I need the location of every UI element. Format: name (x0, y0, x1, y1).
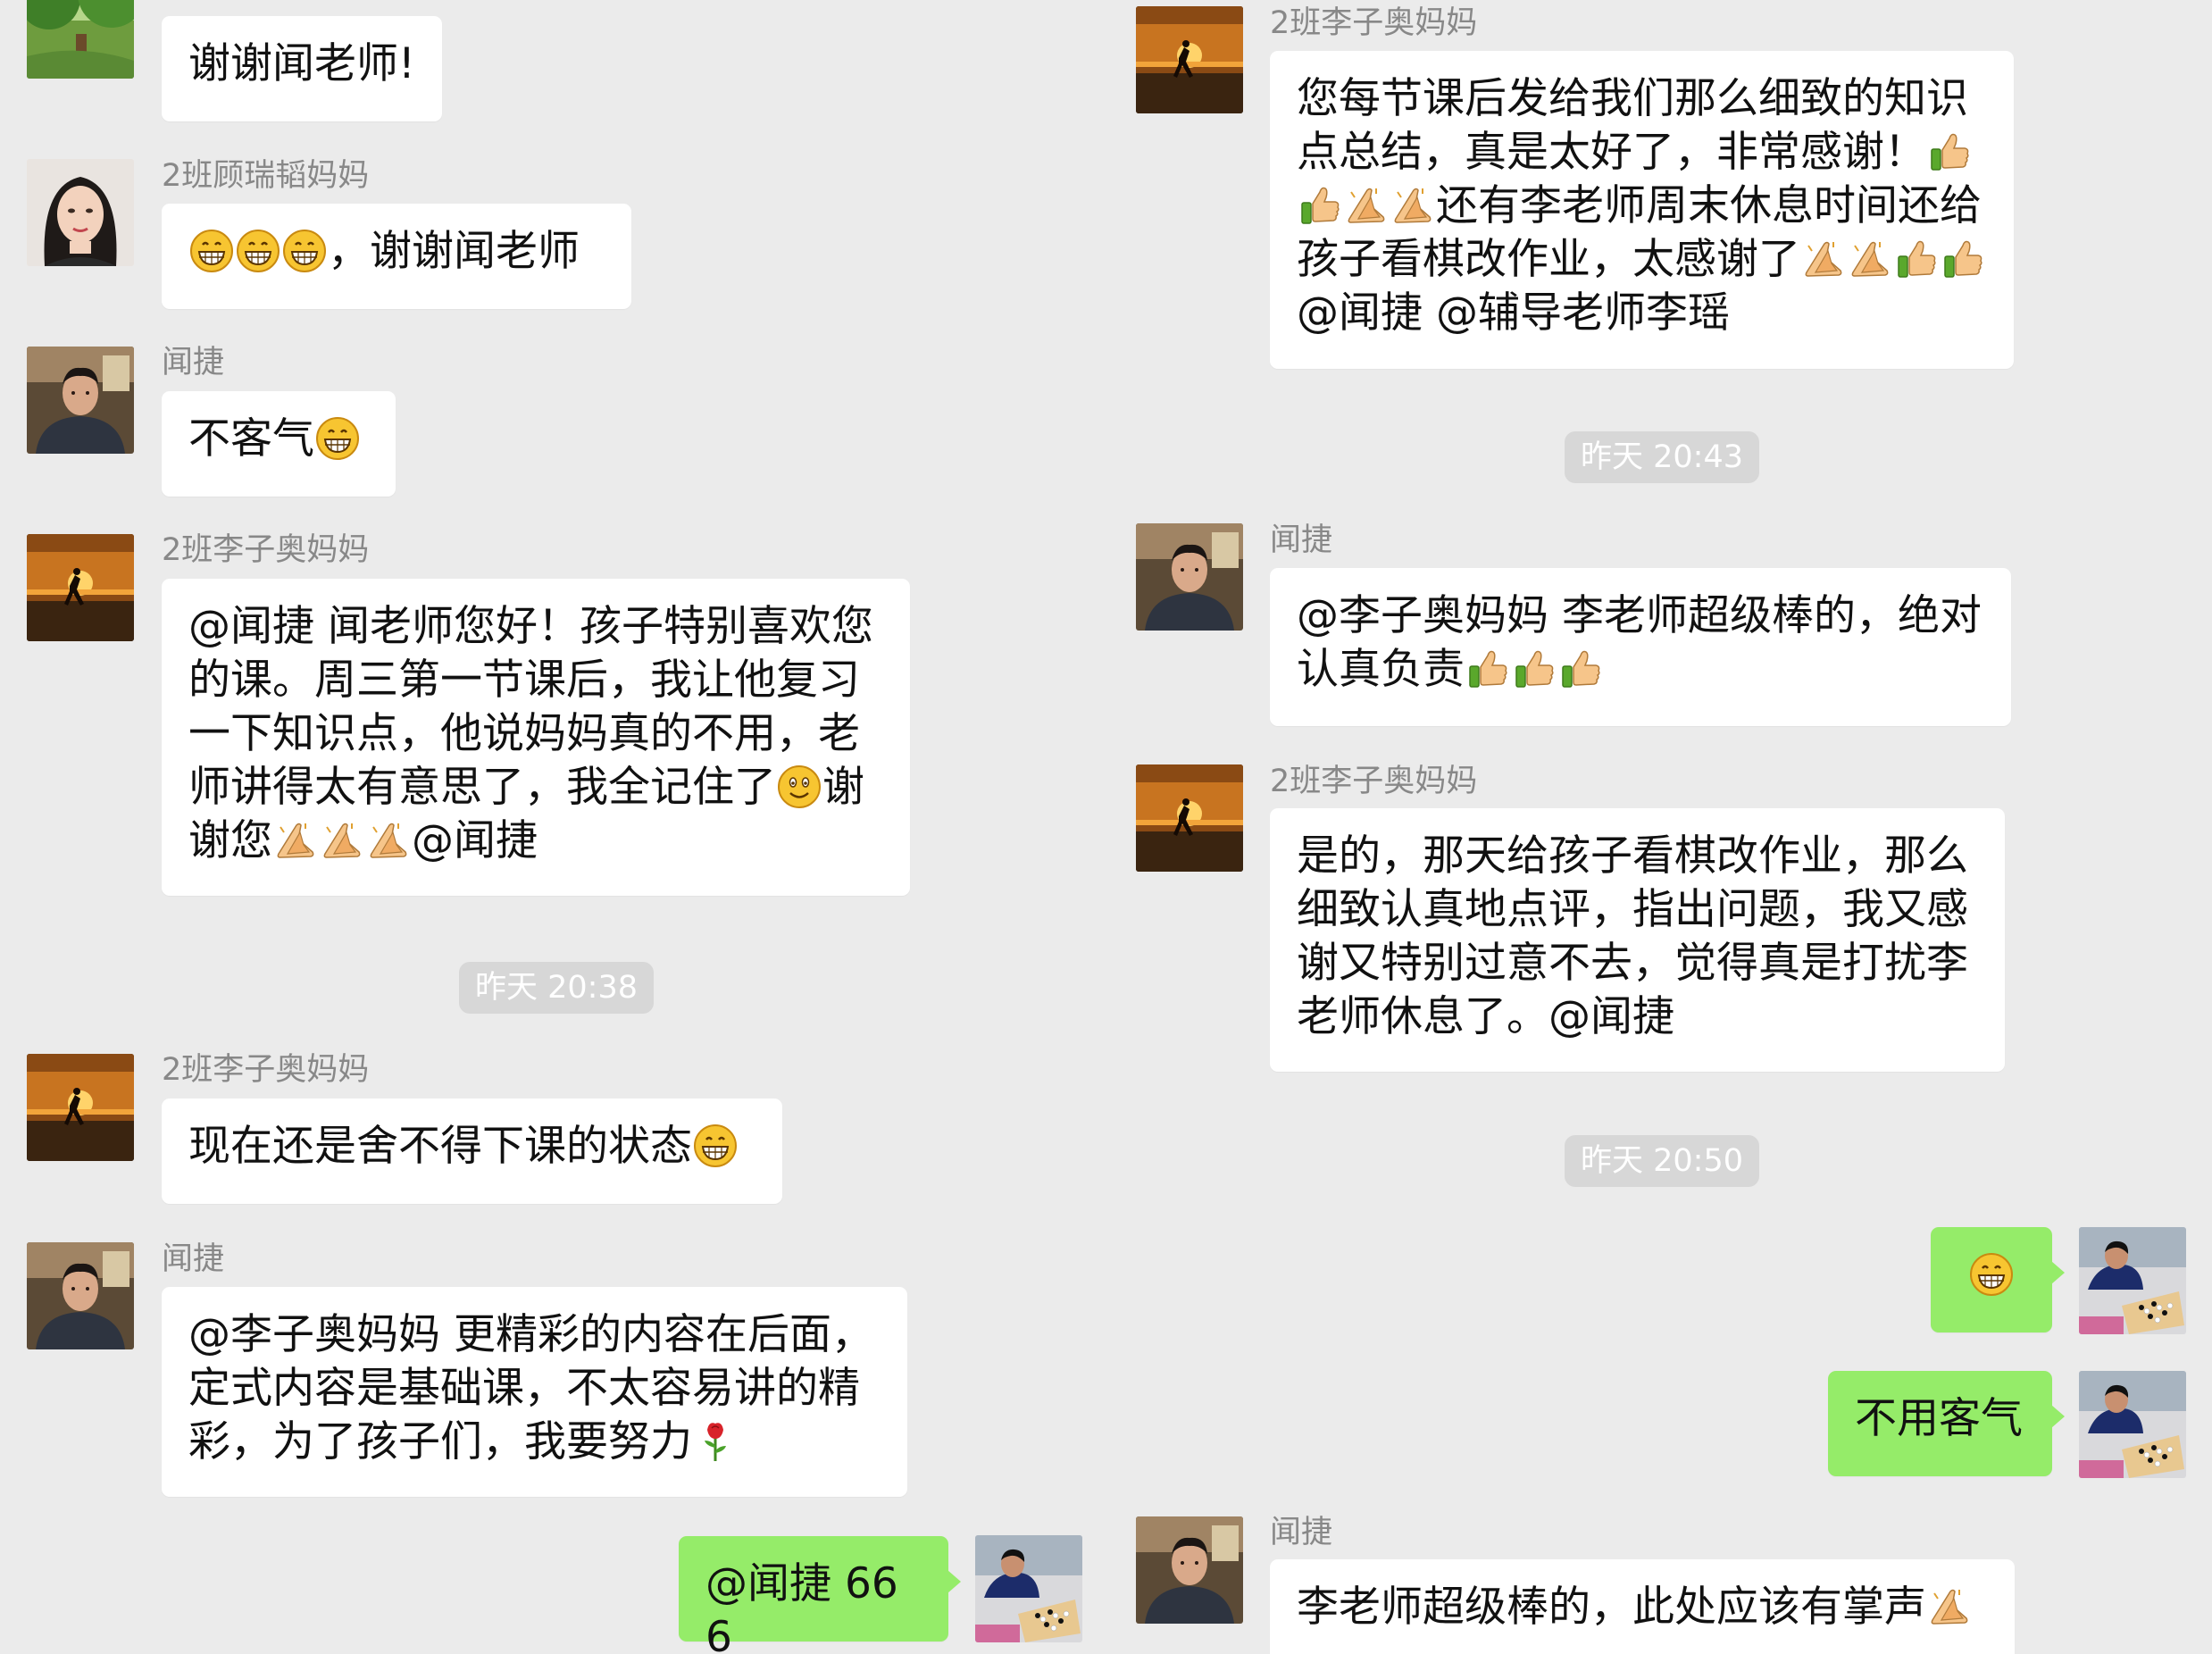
avatar-man[interactable] (27, 347, 134, 454)
timestamp: 昨天 20:38 (459, 962, 654, 1014)
clap-emoji-icon (1848, 237, 1892, 281)
avatar-sunset[interactable] (1136, 764, 1243, 872)
sender-name: 闻捷 (1270, 522, 1333, 558)
message-bubble[interactable]: ，谢谢闻老师 (162, 204, 631, 309)
timestamp: 昨天 20:43 (1565, 431, 1759, 483)
message-bubble[interactable]: 是的，那天给孩子看棋改作业，那么细致认真地点评，指出问题，我又感谢又特别过意不去… (1270, 808, 2005, 1072)
sender-name: 闻捷 (162, 345, 225, 380)
message-bubble[interactable]: @闻捷 闻老师您好！孩子特别喜欢您的课。周三第一节课后，我让他复习一下知识点，他… (162, 579, 910, 896)
grin-emoji-icon (1969, 1252, 2014, 1297)
message-bubble-self[interactable] (1931, 1227, 2065, 1332)
thumbs-up-emoji-icon (1941, 237, 1985, 281)
message-bubble[interactable]: 谢谢闻老师! (162, 16, 442, 121)
clap-emoji-icon (1344, 183, 1389, 228)
thumbs-up-emoji-icon (1927, 129, 1972, 174)
message-bubble[interactable]: @李子奥妈妈 更精彩的内容在后面，定式内容是基础课，不太容易讲的精彩，为了孩子们… (162, 1287, 907, 1497)
grin-emoji-icon (282, 229, 327, 273)
avatar-self[interactable] (975, 1535, 1082, 1642)
message-text: @李子奥妈妈 更精彩的内容在后面，定式内容是基础课，不太容易讲的精彩，为了孩子们… (188, 1310, 873, 1466)
sender-name: 2班顾瑞韬妈妈 (162, 158, 370, 194)
message-text: @闻捷 闻老师您好！孩子特别喜欢您的课。周三第一节课后，我让他复习一下知识点，他… (188, 602, 873, 812)
sender-name: 2班李子奥妈妈 (1270, 764, 1478, 799)
chat-panel-left[interactable]: 谢谢闻老师! 2班顾瑞韬妈妈 ，谢谢闻老师 闻捷 不客气 2班李子奥妈妈 @闻捷… (0, 0, 1106, 1654)
message-text: 不客气 (188, 414, 314, 464)
message-text: @闻捷 @辅导老师李瑶 (1297, 288, 1730, 338)
grin-emoji-icon (315, 416, 360, 461)
avatar-woman[interactable] (27, 159, 134, 266)
message-bubble[interactable]: 李老师超级棒的，此处应该有掌声 (1270, 1559, 2015, 1654)
grin-emoji-icon (693, 1124, 738, 1168)
thumbs-up-emoji-icon (1512, 647, 1557, 691)
clap-emoji-icon (320, 818, 364, 863)
smile-emoji-icon (777, 764, 822, 809)
message-text: 李老师超级棒的，此处应该有掌声 (1297, 1583, 1926, 1632)
message-text: @李子奥妈妈 李老师超级棒的，绝对认真负责 (1297, 591, 1982, 694)
chat-panel-right[interactable]: 2班李子奥妈妈 您每节课后发给我们那么细致的知识点总结，真是太好了，非常感谢！还… (1106, 0, 2212, 1654)
message-bubble[interactable]: 现在还是舍不得下课的状态 (162, 1098, 782, 1204)
message-text: ，谢谢闻老师 (328, 227, 580, 276)
message-text: @闻捷 (412, 816, 538, 865)
clap-emoji-icon (366, 818, 411, 863)
avatar-sunset[interactable] (1136, 6, 1243, 113)
rose-emoji-icon (693, 1419, 738, 1464)
message-bubble[interactable]: @李子奥妈妈 李老师超级棒的，绝对认真负责 (1270, 568, 2011, 726)
sender-name: 2班李子奥妈妈 (1270, 5, 1478, 41)
grin-emoji-icon (189, 229, 234, 273)
sender-name: 闻捷 (1270, 1515, 1333, 1550)
thumbs-up-emoji-icon (1558, 647, 1603, 691)
avatar-sunset[interactable] (27, 534, 134, 641)
thumbs-up-emoji-icon (1298, 183, 1342, 228)
avatar-man[interactable] (1136, 1516, 1243, 1624)
avatar-self[interactable] (2079, 1371, 2186, 1478)
message-text: 是的，那天给孩子看棋改作业，那么细致认真地点评，指出问题，我又感谢又特别过意不去… (1297, 831, 1968, 1041)
clap-emoji-icon (1927, 1584, 1972, 1629)
avatar-sunset[interactable] (27, 1054, 134, 1161)
thumbs-up-emoji-icon (1894, 237, 1939, 281)
message-text: 现在还是舍不得下课的状态 (188, 1122, 692, 1171)
clap-emoji-icon (273, 818, 318, 863)
message-text: 不用客气 (1855, 1394, 2023, 1443)
message-text: 您每节课后发给我们那么细致的知识点总结，真是太好了，非常感谢！ (1297, 74, 1968, 177)
thumbs-up-emoji-icon (1465, 647, 1510, 691)
message-bubble-self[interactable]: @闻捷 666 (679, 1536, 961, 1654)
clap-emoji-icon (1801, 237, 1846, 281)
avatar-man[interactable] (1136, 523, 1243, 631)
avatar-tree[interactable] (27, 0, 134, 79)
avatar-man[interactable] (27, 1242, 134, 1349)
sender-name: 闻捷 (162, 1241, 225, 1277)
message-bubble[interactable]: 您每节课后发给我们那么细致的知识点总结，真是太好了，非常感谢！ 还有李老师周末休息… (1270, 51, 2014, 369)
sender-name: 2班李子奥妈妈 (162, 532, 370, 568)
message-text: 谢谢闻老师! (188, 39, 415, 88)
sender-name: 2班李子奥妈妈 (162, 1052, 370, 1088)
message-bubble-self[interactable]: 不用客气 (1828, 1371, 2065, 1476)
message-text: @闻捷 666 (705, 1559, 898, 1654)
clap-emoji-icon (1390, 183, 1435, 228)
avatar-self[interactable] (2079, 1227, 2186, 1334)
timestamp: 昨天 20:50 (1565, 1135, 1759, 1187)
message-bubble[interactable]: 不客气 (162, 391, 396, 497)
grin-emoji-icon (236, 229, 280, 273)
